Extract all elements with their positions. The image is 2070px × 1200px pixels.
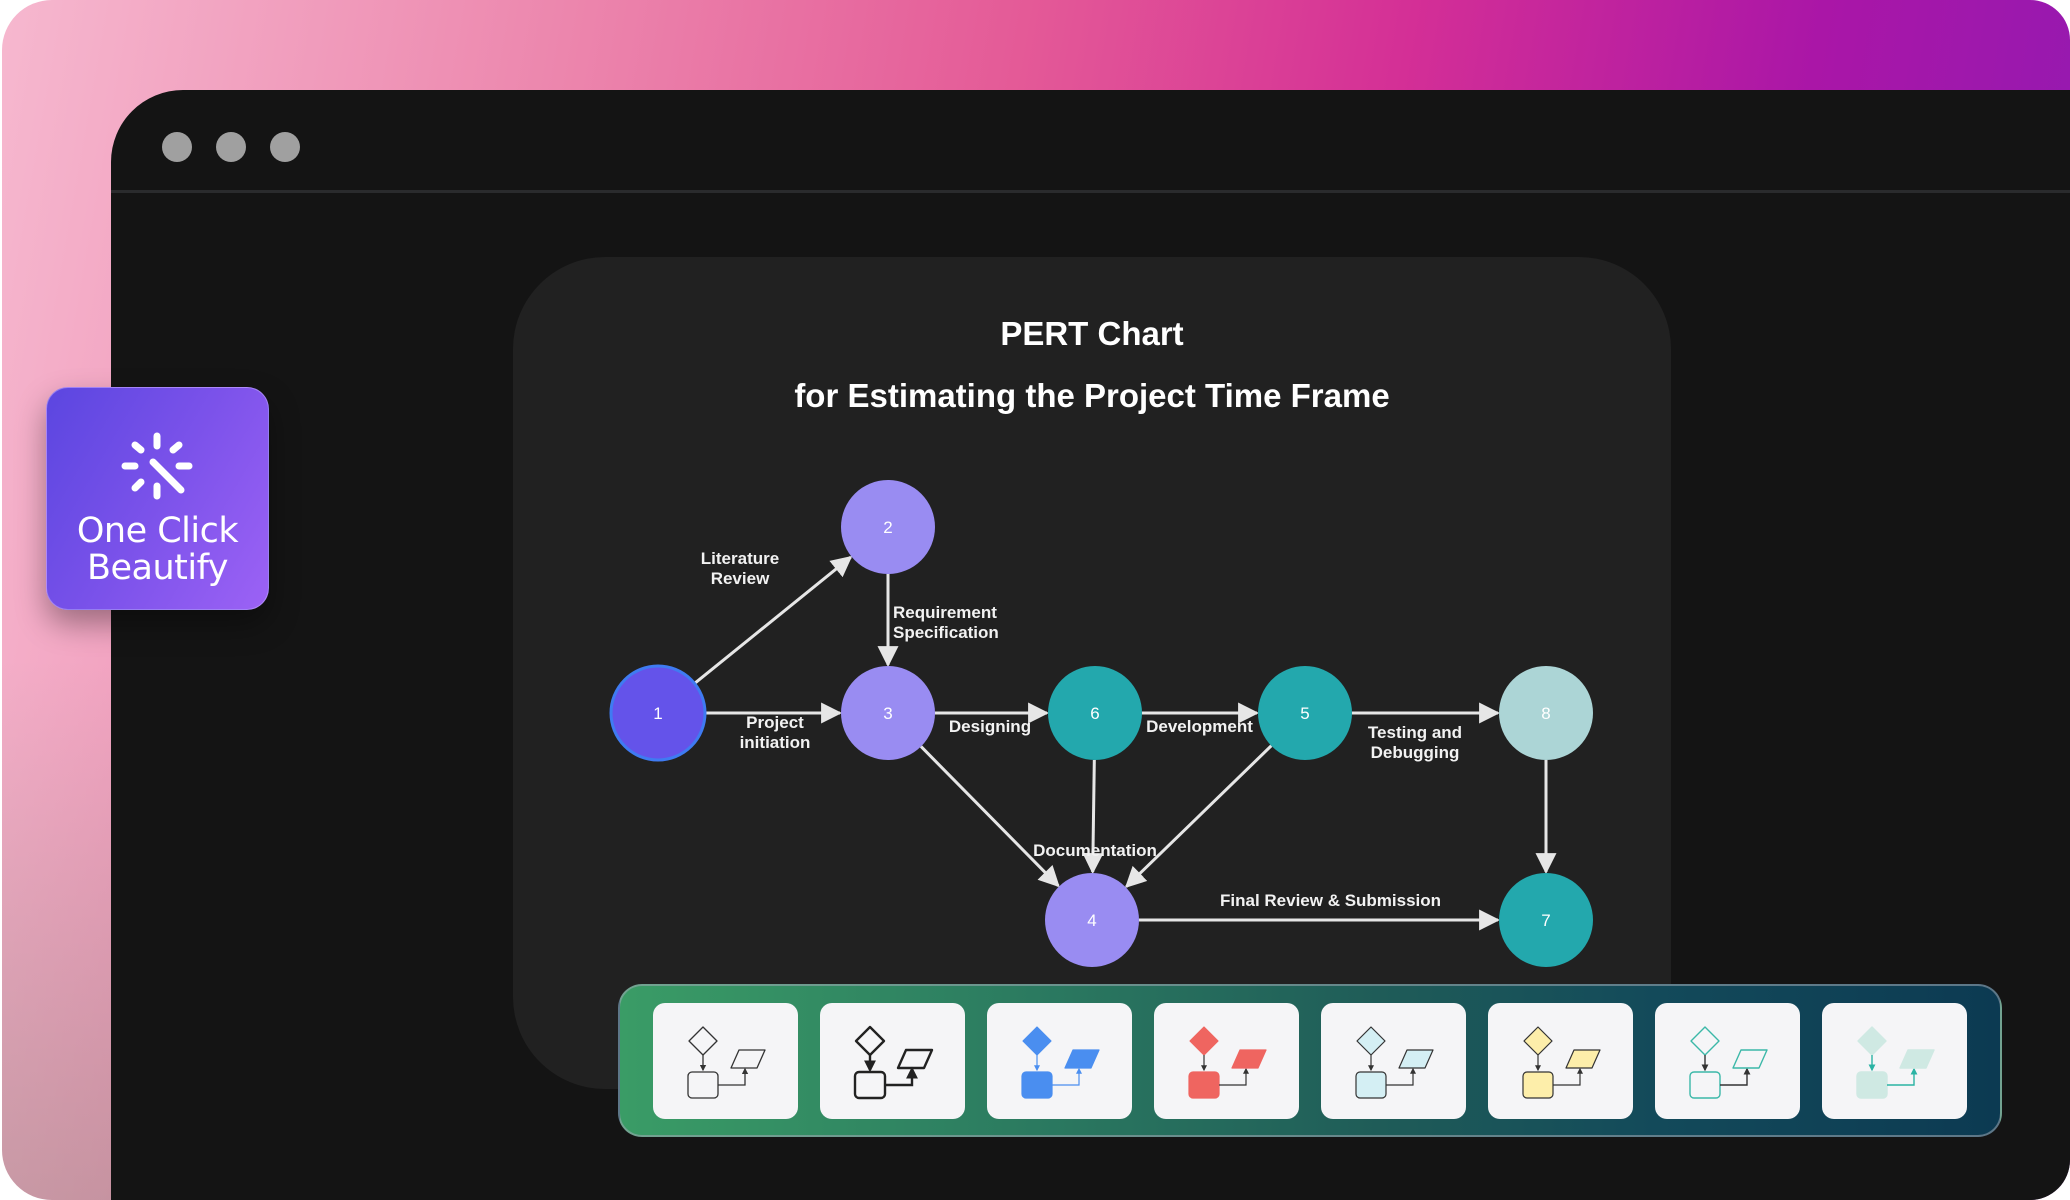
pert-node-2[interactable]: 2	[841, 480, 935, 574]
flowchart-preview-icon	[1522, 1026, 1601, 1099]
edge-label-final-review: Final Review & Submission	[1220, 891, 1442, 910]
theme-tile-red[interactable]	[1154, 1003, 1299, 1119]
edge-label-documentation: Documentation	[1033, 841, 1157, 860]
edge-3-4	[919, 745, 1060, 888]
node-label: 6	[1090, 704, 1099, 723]
edge-label-development: Development	[1146, 717, 1253, 736]
node-label: 5	[1300, 704, 1309, 723]
edge-label-line: Review	[710, 569, 770, 588]
edge-5-4	[1124, 744, 1273, 889]
edge-label-line: Debugging	[1370, 743, 1460, 762]
flowchart-preview-icon	[853, 1025, 934, 1100]
edge-label-line: Literature	[700, 549, 780, 568]
edge-label-line: initiation	[739, 733, 811, 752]
theme-tile-blue[interactable]	[987, 1003, 1132, 1119]
one-click-beautify-button[interactable]: One Click Beautify	[46, 387, 269, 610]
flowchart-preview-icon	[1188, 1026, 1267, 1099]
theme-tile-mint[interactable]	[1822, 1003, 1967, 1119]
badge-label: One Click Beautify	[47, 513, 268, 587]
pert-node-4[interactable]: 4	[1045, 873, 1139, 967]
magic-wand-sparkle-icon	[121, 432, 193, 500]
edge-label-designing: Designing	[948, 717, 1032, 736]
pert-node-5[interactable]: 5	[1258, 666, 1352, 760]
node-label: 8	[1541, 704, 1550, 723]
flowchart-preview-icon	[1689, 1026, 1768, 1099]
node-label: 1	[653, 704, 662, 723]
badge-label-line1: One Click	[76, 511, 239, 551]
badge-label-line2: Beautify	[86, 548, 229, 588]
flowchart-preview-icon	[687, 1026, 766, 1099]
theme-tile-outline-thin[interactable]	[653, 1003, 798, 1119]
pert-node-6[interactable]: 6	[1048, 666, 1142, 760]
node-label: 2	[883, 518, 892, 537]
edge-label-line: Requirement	[893, 603, 997, 622]
pert-node-3[interactable]: 3	[841, 666, 935, 760]
edge-label-testing-debugging: Testing and Debugging	[1360, 723, 1470, 763]
edge-label-project-initiation: Project initiation	[725, 713, 825, 753]
theme-tile-teal-outline[interactable]	[1655, 1003, 1800, 1119]
theme-palette-bar	[618, 984, 2002, 1137]
flowchart-preview-icon	[1355, 1026, 1434, 1099]
edge-label-line: Project	[746, 713, 804, 732]
theme-tile-outline-bold[interactable]	[820, 1003, 965, 1119]
flowchart-preview-icon	[1021, 1026, 1100, 1099]
pert-node-8[interactable]: 8	[1499, 666, 1593, 760]
node-label: 7	[1541, 911, 1550, 930]
node-label: 3	[883, 704, 892, 723]
edge-label-line: Testing and	[1367, 723, 1463, 742]
flowchart-preview-icon	[1856, 1026, 1935, 1099]
edge-label-line: Specification	[893, 623, 999, 642]
theme-tile-light-cyan[interactable]	[1321, 1003, 1466, 1119]
pert-node-1[interactable]: 1	[609, 664, 707, 762]
theme-tile-yellow[interactable]	[1488, 1003, 1633, 1119]
edge-label-literature-review: Literature Review	[690, 549, 790, 589]
pert-node-7[interactable]: 7	[1499, 873, 1593, 967]
node-label: 4	[1087, 911, 1096, 930]
edge-label-requirement-specification: Requirement Specification	[893, 603, 999, 643]
